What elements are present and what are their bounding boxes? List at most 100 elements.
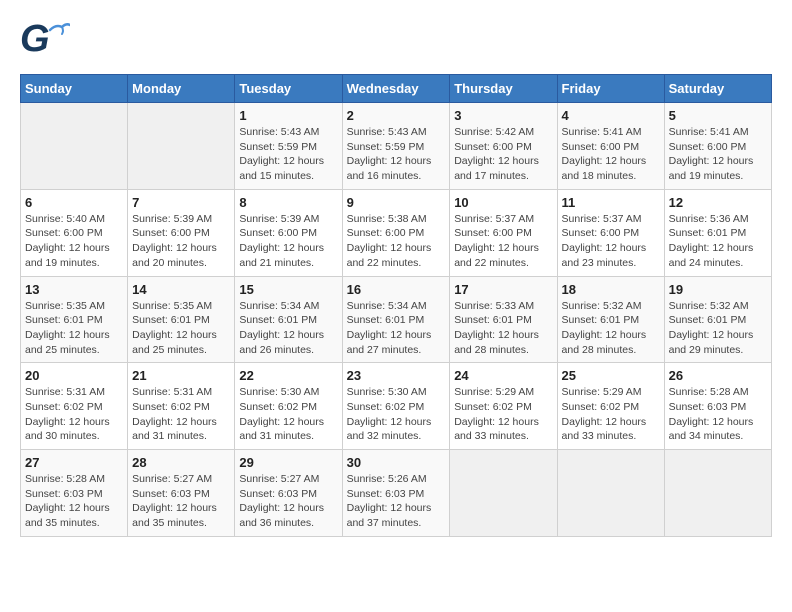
calendar-cell: 3 Sunrise: 5:42 AM Sunset: 6:00 PM Daylig… [450, 103, 557, 190]
calendar-cell: 19 Sunrise: 5:32 AM Sunset: 6:01 PM Dayli… [664, 276, 771, 363]
calendar-header-tuesday: Tuesday [235, 75, 342, 103]
calendar-cell: 9 Sunrise: 5:38 AM Sunset: 6:00 PM Daylig… [342, 189, 450, 276]
calendar-cell: 10 Sunrise: 5:37 AM Sunset: 6:00 PM Dayli… [450, 189, 557, 276]
calendar-header-thursday: Thursday [450, 75, 557, 103]
day-info: Sunrise: 5:37 AM Sunset: 6:00 PM Dayligh… [454, 212, 552, 271]
day-number: 11 [562, 195, 660, 210]
logo-graphic: G [20, 20, 70, 64]
day-info: Sunrise: 5:30 AM Sunset: 6:02 PM Dayligh… [347, 385, 446, 444]
day-info: Sunrise: 5:31 AM Sunset: 6:02 PM Dayligh… [25, 385, 123, 444]
day-number: 4 [562, 108, 660, 123]
day-info: Sunrise: 5:32 AM Sunset: 6:01 PM Dayligh… [669, 299, 767, 358]
calendar-header-monday: Monday [128, 75, 235, 103]
day-info: Sunrise: 5:39 AM Sunset: 6:00 PM Dayligh… [132, 212, 230, 271]
day-number: 5 [669, 108, 767, 123]
day-info: Sunrise: 5:38 AM Sunset: 6:00 PM Dayligh… [347, 212, 446, 271]
day-number: 14 [132, 282, 230, 297]
day-number: 9 [347, 195, 446, 210]
day-info: Sunrise: 5:35 AM Sunset: 6:01 PM Dayligh… [25, 299, 123, 358]
calendar-week-row: 20 Sunrise: 5:31 AM Sunset: 6:02 PM Dayli… [21, 363, 772, 450]
calendar-cell [450, 450, 557, 537]
day-number: 7 [132, 195, 230, 210]
calendar-header-saturday: Saturday [664, 75, 771, 103]
day-info: Sunrise: 5:27 AM Sunset: 6:03 PM Dayligh… [239, 472, 337, 531]
calendar-cell [664, 450, 771, 537]
day-number: 19 [669, 282, 767, 297]
day-info: Sunrise: 5:43 AM Sunset: 5:59 PM Dayligh… [347, 125, 446, 184]
day-info: Sunrise: 5:34 AM Sunset: 6:01 PM Dayligh… [239, 299, 337, 358]
day-info: Sunrise: 5:36 AM Sunset: 6:01 PM Dayligh… [669, 212, 767, 271]
day-number: 16 [347, 282, 446, 297]
calendar-week-row: 1Sunrise: 5:43 AM Sunset: 5:59 PM Daylig… [21, 103, 772, 190]
day-info: Sunrise: 5:35 AM Sunset: 6:01 PM Dayligh… [132, 299, 230, 358]
day-number: 25 [562, 368, 660, 383]
logo-g-letter: G [20, 20, 50, 58]
day-info: Sunrise: 5:26 AM Sunset: 6:03 PM Dayligh… [347, 472, 446, 531]
calendar-cell [128, 103, 235, 190]
calendar-cell: 7 Sunrise: 5:39 AM Sunset: 6:00 PM Daylig… [128, 189, 235, 276]
day-number: 18 [562, 282, 660, 297]
calendar-cell: 30 Sunrise: 5:26 AM Sunset: 6:03 PM Dayli… [342, 450, 450, 537]
day-info: Sunrise: 5:31 AM Sunset: 6:02 PM Dayligh… [132, 385, 230, 444]
calendar-cell: 28 Sunrise: 5:27 AM Sunset: 6:03 PM Dayli… [128, 450, 235, 537]
calendar-cell: 18Sunrise: 5:32 AM Sunset: 6:01 PM Dayli… [557, 276, 664, 363]
calendar-cell: 25 Sunrise: 5:29 AM Sunset: 6:02 PM Dayli… [557, 363, 664, 450]
day-info: Sunrise: 5:27 AM Sunset: 6:03 PM Dayligh… [132, 472, 230, 531]
calendar-cell: 21 Sunrise: 5:31 AM Sunset: 6:02 PM Dayli… [128, 363, 235, 450]
day-number: 22 [239, 368, 337, 383]
calendar-cell: 2 Sunrise: 5:43 AM Sunset: 5:59 PM Daylig… [342, 103, 450, 190]
calendar-cell: 13Sunrise: 5:35 AM Sunset: 6:01 PM Dayli… [21, 276, 128, 363]
calendar-cell: 23 Sunrise: 5:30 AM Sunset: 6:02 PM Dayli… [342, 363, 450, 450]
day-number: 3 [454, 108, 552, 123]
calendar-header-row: SundayMondayTuesdayWednesdayThursdayFrid… [21, 75, 772, 103]
day-info: Sunrise: 5:30 AM Sunset: 6:02 PM Dayligh… [239, 385, 337, 444]
day-number: 20 [25, 368, 123, 383]
calendar-header-sunday: Sunday [21, 75, 128, 103]
day-number: 2 [347, 108, 446, 123]
calendar-cell: 24 Sunrise: 5:29 AM Sunset: 6:02 PM Dayli… [450, 363, 557, 450]
calendar-week-row: 13Sunrise: 5:35 AM Sunset: 6:01 PM Dayli… [21, 276, 772, 363]
calendar-cell: 15 Sunrise: 5:34 AM Sunset: 6:01 PM Dayli… [235, 276, 342, 363]
calendar-header-friday: Friday [557, 75, 664, 103]
day-number: 21 [132, 368, 230, 383]
calendar-cell: 11 Sunrise: 5:37 AM Sunset: 6:00 PM Dayli… [557, 189, 664, 276]
calendar-cell: 6Sunrise: 5:40 AM Sunset: 6:00 PM Daylig… [21, 189, 128, 276]
day-number: 23 [347, 368, 446, 383]
calendar-cell: 27Sunrise: 5:28 AM Sunset: 6:03 PM Dayli… [21, 450, 128, 537]
day-info: Sunrise: 5:29 AM Sunset: 6:02 PM Dayligh… [454, 385, 552, 444]
day-number: 17 [454, 282, 552, 297]
day-info: Sunrise: 5:37 AM Sunset: 6:00 PM Dayligh… [562, 212, 660, 271]
calendar-cell: 8Sunrise: 5:39 AM Sunset: 6:00 PM Daylig… [235, 189, 342, 276]
day-info: Sunrise: 5:28 AM Sunset: 6:03 PM Dayligh… [25, 472, 123, 531]
day-info: Sunrise: 5:42 AM Sunset: 6:00 PM Dayligh… [454, 125, 552, 184]
day-info: Sunrise: 5:43 AM Sunset: 5:59 PM Dayligh… [239, 125, 337, 184]
day-info: Sunrise: 5:39 AM Sunset: 6:00 PM Dayligh… [239, 212, 337, 271]
calendar-cell: 16 Sunrise: 5:34 AM Sunset: 6:01 PM Dayli… [342, 276, 450, 363]
calendar-cell: 12 Sunrise: 5:36 AM Sunset: 6:01 PM Dayli… [664, 189, 771, 276]
calendar-cell: 20 Sunrise: 5:31 AM Sunset: 6:02 PM Dayli… [21, 363, 128, 450]
calendar-cell: 22 Sunrise: 5:30 AM Sunset: 6:02 PM Dayli… [235, 363, 342, 450]
calendar-body: 1Sunrise: 5:43 AM Sunset: 5:59 PM Daylig… [21, 103, 772, 537]
day-number: 10 [454, 195, 552, 210]
calendar-header: SundayMondayTuesdayWednesdayThursdayFrid… [21, 75, 772, 103]
day-number: 12 [669, 195, 767, 210]
day-number: 24 [454, 368, 552, 383]
day-number: 15 [239, 282, 337, 297]
calendar-cell: 26Sunrise: 5:28 AM Sunset: 6:03 PM Dayli… [664, 363, 771, 450]
day-info: Sunrise: 5:41 AM Sunset: 6:00 PM Dayligh… [669, 125, 767, 184]
calendar-cell: 17 Sunrise: 5:33 AM Sunset: 6:01 PM Dayli… [450, 276, 557, 363]
calendar-cell: 5 Sunrise: 5:41 AM Sunset: 6:00 PM Daylig… [664, 103, 771, 190]
day-info: Sunrise: 5:34 AM Sunset: 6:01 PM Dayligh… [347, 299, 446, 358]
day-info: Sunrise: 5:33 AM Sunset: 6:01 PM Dayligh… [454, 299, 552, 358]
day-number: 30 [347, 455, 446, 470]
calendar-table: SundayMondayTuesdayWednesdayThursdayFrid… [20, 74, 772, 537]
calendar-week-row: 27Sunrise: 5:28 AM Sunset: 6:03 PM Dayli… [21, 450, 772, 537]
page-header: G [20, 20, 772, 64]
logo: G [20, 20, 74, 64]
calendar-week-row: 6Sunrise: 5:40 AM Sunset: 6:00 PM Daylig… [21, 189, 772, 276]
day-number: 28 [132, 455, 230, 470]
day-info: Sunrise: 5:41 AM Sunset: 6:00 PM Dayligh… [562, 125, 660, 184]
calendar-cell [21, 103, 128, 190]
day-info: Sunrise: 5:29 AM Sunset: 6:02 PM Dayligh… [562, 385, 660, 444]
day-info: Sunrise: 5:40 AM Sunset: 6:00 PM Dayligh… [25, 212, 123, 271]
